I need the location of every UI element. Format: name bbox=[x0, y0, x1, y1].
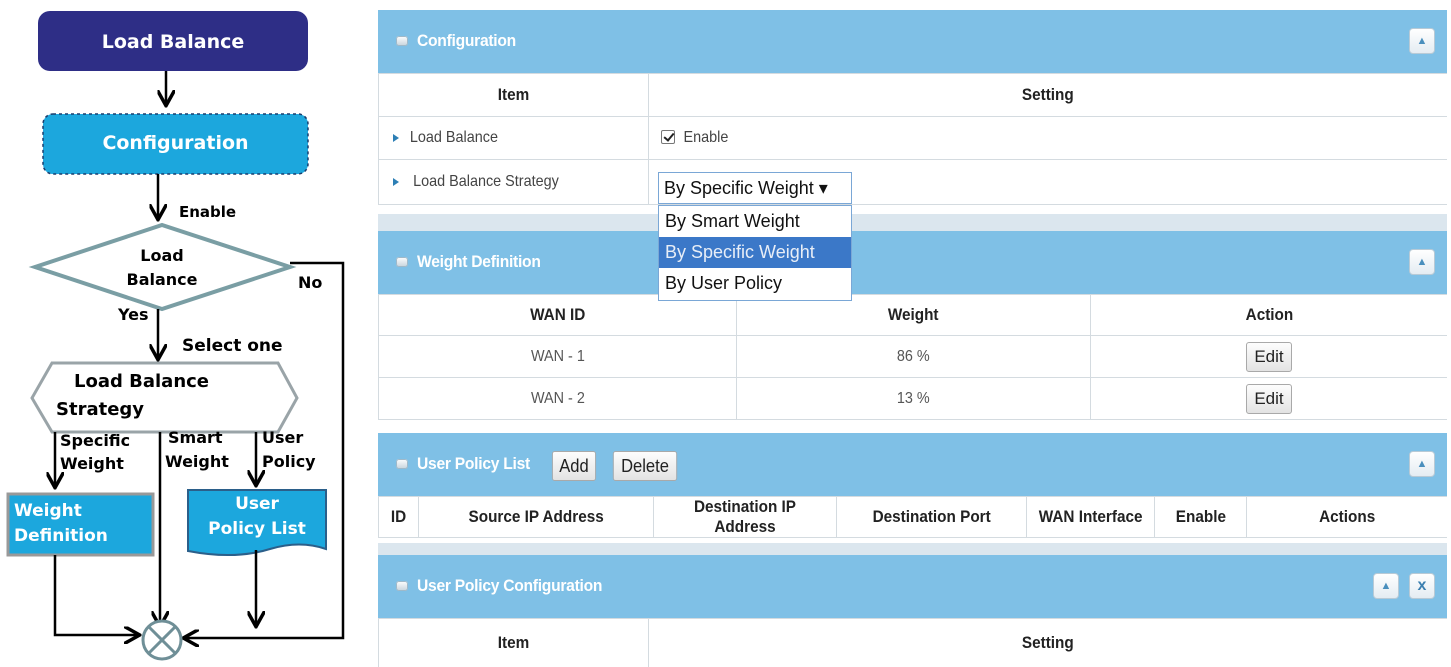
configuration-table: Item Setting Load Balance Enable Load Ba… bbox=[378, 73, 1447, 205]
configuration-panel: Configuration ▲ Item Setting Load Balanc… bbox=[378, 10, 1447, 214]
action-cell: Edit bbox=[1090, 335, 1447, 378]
column-header-action: Action bbox=[1090, 294, 1447, 336]
user-policy-label-line1: User bbox=[262, 428, 304, 447]
panel-bullet-icon bbox=[396, 36, 408, 46]
collapse-icon[interactable]: ▲ bbox=[1373, 573, 1399, 599]
load-balance-node-label: Load Balance bbox=[101, 31, 245, 53]
merge-circle-icon bbox=[141, 619, 183, 661]
user-policy-list-panel-title: User Policy List bbox=[417, 454, 530, 473]
router-ui: Configuration ▲ Item Setting Load Balanc… bbox=[378, 10, 1447, 667]
add-button[interactable]: Add bbox=[551, 451, 597, 481]
select-one-label: Select one bbox=[182, 336, 283, 356]
panel-bullet-icon bbox=[396, 581, 408, 591]
weight-definition-panel: Weight Definition ▲ WAN ID Weight Action… bbox=[378, 231, 1447, 433]
column-header-enable: Enable bbox=[1154, 496, 1247, 538]
panel-bullet-icon bbox=[396, 459, 408, 469]
weight-cell: 13 % bbox=[736, 377, 1091, 420]
enable-checkbox-label: Enable bbox=[683, 129, 729, 146]
weight-definition-panel-header: Weight Definition ▲ bbox=[378, 231, 1447, 294]
table-row: WAN - 1 86 % Edit bbox=[378, 335, 1447, 378]
option-by-user-policy[interactable]: By User Policy bbox=[659, 268, 851, 299]
edit-button[interactable]: Edit bbox=[1246, 383, 1292, 414]
load-balance-flowchart: Load Balance Configuration Enable Load B… bbox=[0, 0, 362, 667]
collapse-icon[interactable]: ▲ bbox=[1409, 451, 1435, 477]
flowchart-graphics bbox=[6, 11, 345, 661]
option-by-smart-weight[interactable]: By Smart Weight bbox=[659, 206, 851, 237]
column-header-wan-interface: WAN Interface bbox=[1026, 496, 1155, 538]
column-header-destination-ip: Destination IP Address bbox=[653, 496, 837, 538]
action-cell: Edit bbox=[1090, 377, 1447, 420]
decision-diamond bbox=[28, 222, 297, 312]
configuration-panel-header: Configuration ▲ bbox=[378, 10, 1447, 73]
table-row: WAN - 2 13 % Edit bbox=[378, 377, 1447, 420]
strategy-label-line1: Load Balance bbox=[74, 371, 210, 392]
user-policy-configuration-panel-title: User Policy Configuration bbox=[417, 576, 603, 595]
specific-weight-label-line2: Weight bbox=[60, 454, 124, 473]
column-header-source-ip: Source IP Address bbox=[418, 496, 654, 538]
weight-table: WAN ID Weight Action WAN - 1 86 % Edit W… bbox=[378, 294, 1447, 420]
column-header-destination-port: Destination Port bbox=[836, 496, 1027, 538]
user-policy-configuration-table: Item Setting bbox=[378, 618, 1447, 667]
collapse-icon[interactable]: ▲ bbox=[1409, 249, 1435, 275]
specific-weight-label-line1: Specific bbox=[60, 431, 131, 450]
panel-bullet-icon bbox=[396, 257, 408, 267]
user-policy-configuration-panel-header: User Policy Configuration ▲ x bbox=[378, 555, 1447, 618]
strategy-select[interactable]: By Specific Weight ▾ bbox=[658, 172, 852, 204]
wan-id-cell: WAN - 1 bbox=[378, 335, 737, 378]
column-header-actions: Actions bbox=[1246, 496, 1447, 538]
user-policy-configuration-panel: User Policy Configuration ▲ x Item Setti… bbox=[378, 555, 1447, 667]
column-header-id: ID bbox=[378, 496, 419, 538]
enable-label: Enable bbox=[179, 203, 237, 221]
weight-definition-label-line1: Weight bbox=[14, 501, 82, 521]
row-arrow-icon bbox=[393, 133, 399, 142]
close-icon[interactable]: x bbox=[1409, 573, 1435, 599]
smart-weight-label-line1: Smart bbox=[168, 428, 223, 447]
smart-weight-label-line2: Weight bbox=[165, 452, 229, 471]
load-balance-row-label: Load Balance bbox=[378, 116, 649, 160]
column-header-setting: Setting bbox=[648, 73, 1447, 117]
weight-cell: 86 % bbox=[736, 335, 1091, 378]
strategy-dropdown: By Smart Weight By Specific Weight By Us… bbox=[658, 205, 852, 301]
weight-definition-panel-title: Weight Definition bbox=[417, 252, 541, 271]
edit-button[interactable]: Edit bbox=[1246, 341, 1292, 372]
load-balance-enable-cell: Enable bbox=[648, 116, 1447, 160]
option-by-specific-weight[interactable]: By Specific Weight bbox=[659, 237, 851, 268]
configuration-panel-title: Configuration bbox=[417, 31, 516, 50]
column-header-item: Item bbox=[378, 618, 649, 667]
strategy-row-label: Load Balance Strategy bbox=[378, 159, 649, 205]
configuration-node-label: Configuration bbox=[102, 132, 249, 154]
user-policy-table: ID Source IP Address Destination IP Addr… bbox=[378, 496, 1447, 538]
collapse-icon[interactable]: ▲ bbox=[1409, 28, 1435, 54]
user-policy-label-line2: Policy bbox=[262, 452, 316, 471]
user-policy-list-panel-header: User Policy List Add Delete ▲ bbox=[378, 433, 1447, 496]
decision-label-line1: Load bbox=[140, 246, 184, 265]
user-policy-list-panel: User Policy List Add Delete ▲ ID Source … bbox=[378, 433, 1447, 543]
delete-button[interactable]: Delete bbox=[612, 451, 678, 481]
weight-definition-label-line2: Definition bbox=[14, 526, 108, 546]
wan-id-cell: WAN - 2 bbox=[378, 377, 737, 420]
user-policy-list-label-line1: User bbox=[235, 494, 279, 514]
row-arrow-icon bbox=[393, 177, 399, 186]
decision-label-line2: Balance bbox=[126, 270, 198, 289]
user-policy-list-label-line2: Policy List bbox=[208, 519, 306, 539]
strategy-label-line2: Strategy bbox=[56, 399, 145, 420]
yes-label: Yes bbox=[118, 305, 149, 324]
column-header-item: Item bbox=[378, 73, 649, 117]
no-label: No bbox=[298, 273, 323, 292]
enable-checkbox[interactable] bbox=[661, 130, 675, 144]
column-header-setting: Setting bbox=[648, 618, 1447, 667]
